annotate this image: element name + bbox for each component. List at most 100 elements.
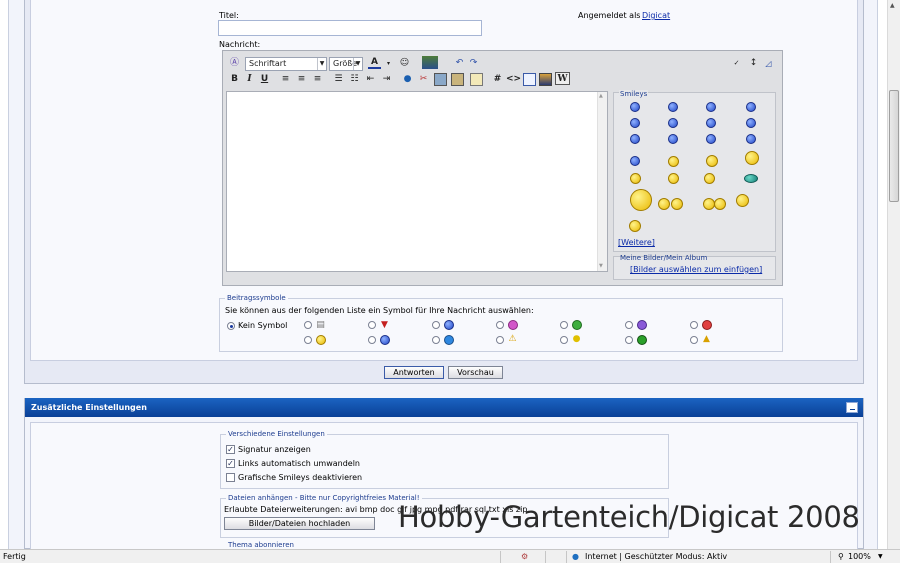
italic-button[interactable]: I [243,73,256,86]
link-icon[interactable]: ● [401,73,414,86]
collapse-icon[interactable] [846,402,858,413]
smiley-icon[interactable] [704,173,715,184]
chevron-down-icon[interactable]: ▾ [382,57,395,70]
post-icon-radio[interactable] [625,321,633,329]
smiley-icon[interactable] [668,156,679,167]
submit-button[interactable]: Antworten [384,366,444,379]
signature-checkbox[interactable]: ✓ [226,445,235,454]
php-icon[interactable] [523,73,536,86]
textarea-scrollbar[interactable]: ▲ ▼ [597,92,607,271]
scroll-down-icon[interactable]: ▼ [599,263,603,269]
attachment-icon[interactable] [451,73,464,86]
post-icon-radio[interactable] [304,321,312,329]
code-button[interactable]: <> [506,73,521,86]
smiley-icon[interactable] [630,118,640,128]
auto-links-checkbox[interactable]: ✓ [226,459,235,468]
smiley-icon[interactable] [706,118,716,128]
security-icon[interactable]: ⚙ [521,550,528,563]
smiley-icon[interactable] [668,102,678,112]
outdent-icon[interactable]: ⇤ [364,73,377,86]
smiley-icon[interactable] [706,102,716,112]
post-icon-radio[interactable] [368,321,376,329]
smiley-icon[interactable] [668,134,678,144]
smiley-icon[interactable] [714,198,726,210]
quote-icon[interactable] [470,73,483,86]
status-divider [566,551,567,563]
post-icon-radio[interactable] [496,336,504,344]
smiley-icon[interactable] [630,134,640,144]
align-center-icon[interactable]: ≡ [295,73,308,86]
smiley-icon[interactable] [706,155,718,167]
smiley-icon[interactable] [746,118,756,128]
disable-smilies-checkbox[interactable] [226,473,235,482]
smilies-more-link[interactable]: [Weitere] [618,238,655,247]
smiley-icon[interactable] [736,194,749,207]
smiley-icon[interactable] [630,156,640,166]
thumbs-up-icon: ▲ [703,334,710,344]
smiley-icon[interactable] [746,134,756,144]
post-icon-radio[interactable] [432,336,440,344]
post-icon-radio[interactable] [496,321,504,329]
smiley-menu-icon[interactable]: ☺ [398,57,411,70]
unordered-list-icon[interactable]: ☷ [348,73,361,86]
post-icon-none-label: Kein Symbol [238,321,288,330]
underline-button[interactable]: U [258,73,271,86]
thumbs-up-smiley-icon[interactable] [630,189,652,211]
post-icon-radio[interactable] [625,336,633,344]
page-scrollbar-thumb[interactable] [889,90,899,202]
smiley-icon[interactable] [744,174,758,183]
image-icon[interactable] [434,73,447,86]
redo-icon[interactable]: ↷ [467,57,480,70]
bold-button[interactable]: B [228,73,241,86]
undo-icon[interactable]: ↶ [453,57,466,70]
toggle-mode-icon[interactable]: ◿ [762,57,775,70]
mad-icon [572,320,582,330]
smiley-icon[interactable] [629,220,641,232]
smiley-icon[interactable] [630,173,641,184]
logged-in-user-link[interactable]: Digicat [642,11,670,20]
smiley-icon[interactable] [668,118,678,128]
smiley-icon[interactable] [706,134,716,144]
preview-button[interactable]: Vorschau [448,366,503,379]
status-text: Fertig [3,552,26,561]
insert-image-menu-icon[interactable] [422,56,438,69]
spellcheck-icon[interactable]: ✓ [730,57,743,70]
upload-button[interactable]: Bilder/Dateien hochladen [224,517,375,530]
indent-icon[interactable]: ⇥ [380,73,393,86]
ordered-list-icon[interactable]: ☰ [332,73,345,86]
post-icon-none-radio[interactable] [227,322,235,330]
size-select[interactable]: Größe ▼ [329,57,363,71]
resize-icon[interactable]: ↕ [747,57,760,70]
post-icon-radio[interactable] [690,321,698,329]
title-input[interactable] [218,20,482,36]
scroll-up-icon[interactable]: ▲ [599,93,603,99]
smiley-icon[interactable] [658,198,670,210]
smiley-icon[interactable] [746,102,756,112]
hash-button[interactable]: # [491,73,504,86]
scroll-up-icon[interactable]: ▲ [890,2,895,9]
post-icon-radio[interactable] [690,336,698,344]
wiki-button[interactable]: W [555,72,570,85]
smiley-icon[interactable] [745,151,759,165]
post-icon-radio[interactable] [304,336,312,344]
chevron-down-icon[interactable]: ▼ [878,550,883,563]
remove-format-icon[interactable]: Ⓐ [228,57,241,70]
message-textarea[interactable] [226,91,608,272]
post-icon-radio[interactable] [432,321,440,329]
smiley-icon[interactable] [630,102,640,112]
lightbulb-icon: ● [572,334,581,344]
post-icon-radio[interactable] [560,321,568,329]
post-icon-radio[interactable] [560,336,568,344]
picture-icon[interactable] [539,73,552,86]
font-color-icon[interactable]: A [368,56,381,69]
unlink-icon[interactable]: ✂ [417,73,430,86]
zoom-level[interactable]: 100% [848,550,871,563]
align-left-icon[interactable]: ≡ [279,73,292,86]
album-link[interactable]: [Bilder auswählen zum einfügen] [630,265,762,274]
smiley-icon[interactable] [671,198,683,210]
page-scrollbar[interactable]: ▲ [887,0,900,549]
post-icon-radio[interactable] [368,336,376,344]
align-right-icon[interactable]: ≡ [311,73,324,86]
font-select[interactable]: Schriftart ▼ [245,57,327,71]
smiley-icon[interactable] [668,173,679,184]
